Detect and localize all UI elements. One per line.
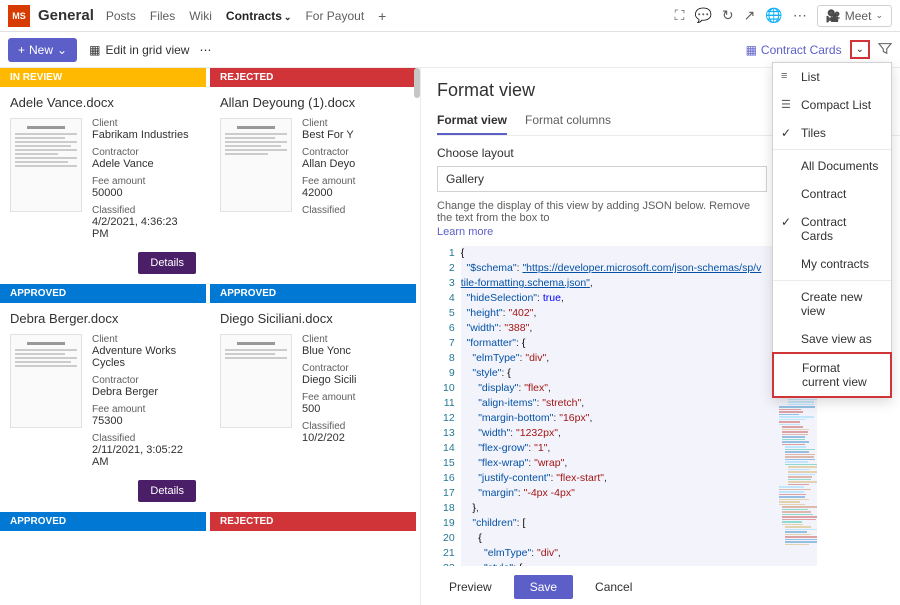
more-icon[interactable]: ⋯	[793, 7, 807, 24]
dd-create-new[interactable]: Create new view	[773, 283, 891, 325]
view-dropdown-chevron[interactable]: ⌄	[850, 40, 870, 59]
label-contractor: Contractor	[92, 147, 196, 158]
status-bar-approved: APPROVED	[0, 512, 206, 531]
chat-icon[interactable]: 💬	[694, 7, 711, 24]
app-icon: MS	[8, 5, 30, 27]
view-switcher[interactable]: ▦ Contract Cards	[746, 43, 842, 57]
channel-tabs: Posts Files Wiki Contracts⌄ For Payout +	[106, 8, 386, 24]
dd-contract[interactable]: Contract	[773, 180, 891, 208]
tab-format-columns[interactable]: Format columns	[525, 113, 611, 135]
value-contractor: Adele Vance	[92, 158, 196, 170]
new-button[interactable]: + New ⌄	[8, 38, 77, 62]
dd-my-contracts[interactable]: My contracts	[773, 250, 891, 278]
cards-area: IN REVIEW Adele Vance.docx Client Fabrik…	[0, 68, 420, 605]
panel-description: Change the display of this view by addin…	[437, 200, 767, 224]
code-content[interactable]: { "$schema": "https://developer.microsof…	[461, 246, 817, 566]
card-title: Debra Berger.docx	[10, 311, 196, 326]
document-thumbnail	[220, 118, 292, 212]
label-client: Client	[92, 118, 196, 129]
tab-files[interactable]: Files	[150, 9, 175, 23]
grid-icon: ▦	[89, 43, 100, 57]
command-bar: + New ⌄ ▦ Edit in grid view ⋯ ▦ Contract…	[0, 32, 900, 68]
tiles-icon: ▦	[746, 43, 757, 57]
status-bar-rejected: REJECTED	[210, 512, 416, 531]
status-bar-approved: APPROVED	[210, 284, 416, 303]
globe-icon[interactable]: 🌐	[765, 7, 782, 24]
card-title: Allan Deyoung (1).docx	[220, 95, 406, 110]
tab-format-view[interactable]: Format view	[437, 113, 507, 135]
open-icon[interactable]: ↗	[744, 7, 756, 24]
dd-list[interactable]: ≡List	[773, 63, 891, 91]
document-thumbnail	[10, 118, 82, 212]
list-icon: ≡	[781, 70, 787, 82]
contract-card: Allan Deyoung (1).docx Client Best For Y…	[210, 87, 416, 232]
card-title: Adele Vance.docx	[10, 95, 196, 110]
save-button[interactable]: Save	[514, 575, 573, 599]
video-icon: 🎥	[826, 9, 841, 23]
tab-wiki[interactable]: Wiki	[189, 9, 212, 23]
filter-icon[interactable]	[878, 41, 892, 58]
value-client: Fabrikam Industries	[92, 129, 196, 141]
dd-compact[interactable]: ☰Compact List	[773, 91, 891, 119]
compact-list-icon: ☰	[781, 98, 791, 111]
expand-icon[interactable]: ⛶	[675, 7, 685, 24]
document-thumbnail	[10, 334, 82, 428]
status-bar-approved: APPROVED	[0, 284, 206, 303]
view-dropdown: ≡List ☰Compact List Tiles All Documents …	[772, 62, 892, 398]
status-bar-inreview: IN REVIEW	[0, 68, 206, 87]
top-header: MS General Posts Files Wiki Contracts⌄ F…	[0, 0, 900, 32]
tab-posts[interactable]: Posts	[106, 9, 136, 23]
more-commands-icon[interactable]: ⋯	[199, 43, 211, 57]
refresh-icon[interactable]: ↻	[722, 7, 734, 24]
chevron-down-icon: ⌄	[284, 12, 292, 22]
layout-select[interactable]: Gallery	[437, 166, 767, 192]
status-bar-rejected: REJECTED	[210, 68, 416, 87]
dd-tiles[interactable]: Tiles	[773, 119, 891, 147]
preview-button[interactable]: Preview	[437, 575, 504, 599]
chevron-down-icon: ⌄	[875, 10, 883, 21]
line-numbers: 1234567891011121314151617181920212223242…	[437, 246, 461, 566]
channel-name: General	[38, 7, 94, 24]
dd-save-as[interactable]: Save view as	[773, 325, 891, 353]
label-fee: Fee amount	[92, 176, 196, 187]
contract-card: Diego Siciliani.docx Client Blue Yonc Co…	[210, 303, 416, 460]
value-fee: 50000	[92, 187, 196, 199]
panel-footer: Preview Save Cancel	[437, 569, 644, 605]
header-right: ⛶ 💬 ↻ ↗ 🌐 ⋯ 🎥 Meet ⌄	[675, 5, 892, 27]
dd-format-current[interactable]: Format current view	[772, 352, 892, 398]
label-classified: Classified	[92, 205, 196, 216]
add-tab-button[interactable]: +	[378, 8, 386, 24]
edit-grid-button[interactable]: ▦ Edit in grid view	[89, 43, 189, 57]
meet-button[interactable]: 🎥 Meet ⌄	[817, 5, 892, 27]
details-button[interactable]: Details	[138, 252, 196, 274]
details-button[interactable]: Details	[138, 480, 196, 502]
document-thumbnail	[220, 334, 292, 428]
dd-contract-cards[interactable]: Contract Cards	[773, 208, 891, 250]
contract-card: Adele Vance.docx Client Fabrikam Industr…	[0, 87, 206, 284]
content-area: IN REVIEW Adele Vance.docx Client Fabrik…	[0, 68, 900, 605]
value-classified: 4/2/2021, 4:36:23 PM	[92, 216, 196, 240]
dd-all-documents[interactable]: All Documents	[773, 152, 891, 180]
tab-contracts[interactable]: Contracts⌄	[226, 9, 292, 23]
card-title: Diego Siciliani.docx	[220, 311, 406, 326]
contract-card: Debra Berger.docx Client Adventure Works…	[0, 303, 206, 512]
tab-for-payout[interactable]: For Payout	[305, 9, 364, 23]
cancel-button[interactable]: Cancel	[583, 575, 644, 599]
json-editor[interactable]: 1234567891011121314151617181920212223242…	[437, 246, 817, 566]
